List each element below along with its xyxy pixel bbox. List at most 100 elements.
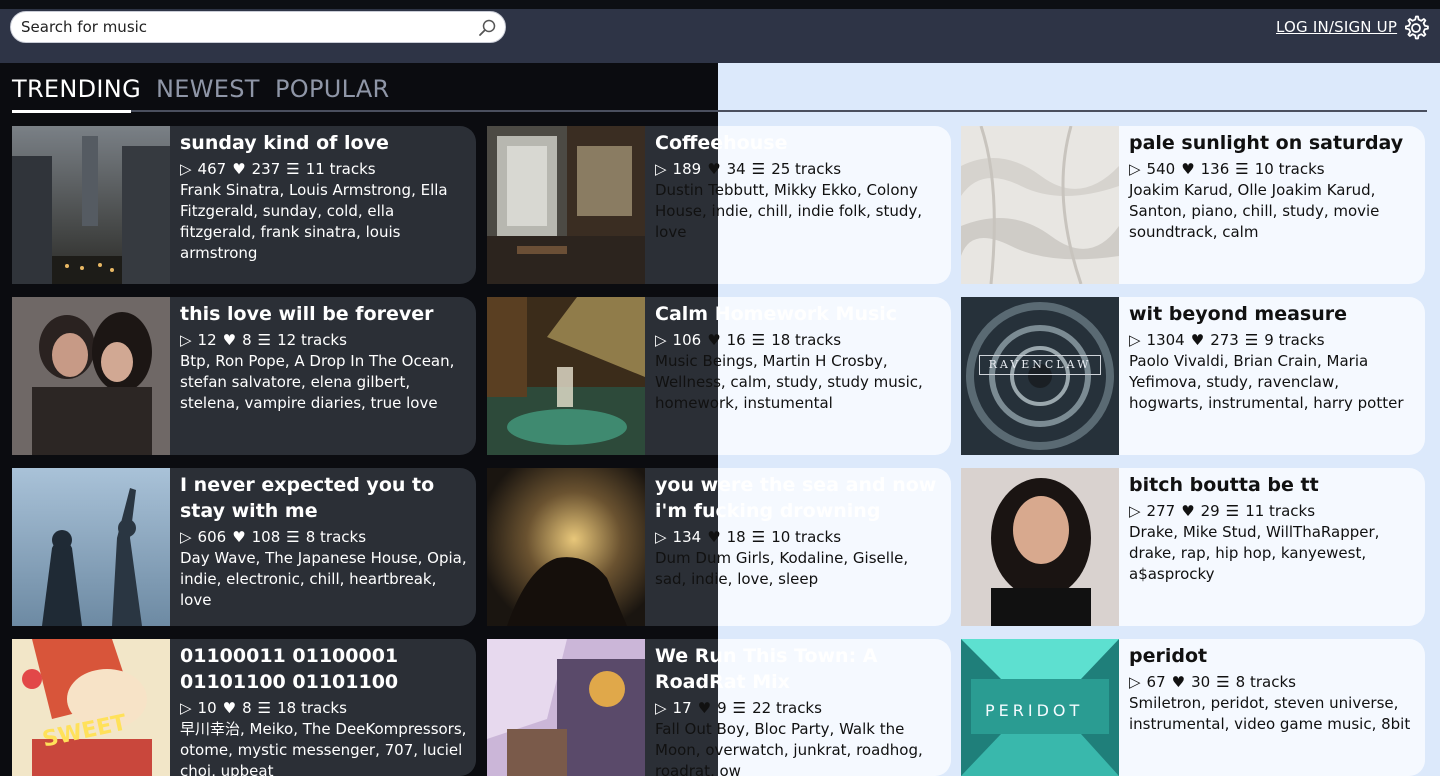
list-icon: ☰ bbox=[286, 160, 300, 178]
playlist-title[interactable]: We Run This Town: A RoadRat Mix bbox=[655, 643, 943, 695]
playlist-thumbnail bbox=[961, 126, 1119, 284]
play-count: 189 bbox=[672, 160, 702, 178]
playlist-card[interactable]: RAVENCLAW wit beyond measure ▷ 1304 ♥ 273 ☰ 9… bbox=[961, 297, 1425, 455]
playlist-thumbnail bbox=[12, 297, 170, 455]
playlist-tags: Frank Sinatra, Louis Armstrong, Ella Fit… bbox=[180, 181, 448, 262]
playlist-title[interactable]: this love will be forever bbox=[180, 301, 468, 327]
playlist-title[interactable]: pale sunlight on saturday bbox=[1129, 130, 1417, 156]
playlist-thumbnail bbox=[12, 468, 170, 626]
gear-icon[interactable] bbox=[1402, 14, 1430, 42]
track-count: 8 tracks bbox=[305, 528, 367, 546]
playlist-tags: Dustin Tebbutt, Mikky Ekko, Colony House… bbox=[655, 181, 923, 241]
playlist-tags: Music Beings, Martin H Crosby, Wellness,… bbox=[655, 352, 923, 412]
playlist-card[interactable]: I never expected you to stay with me ▷ 60… bbox=[12, 468, 476, 626]
playlist-card[interactable]: bitch boutta be tt ▷ 277 ♥ 29 ☰ 11 tracks Dra… bbox=[961, 468, 1425, 626]
playlist-title[interactable]: you were the sea and now i'm fucking dro… bbox=[655, 472, 943, 524]
play-count: 12 bbox=[197, 331, 217, 349]
track-count: 9 tracks bbox=[1264, 331, 1325, 349]
playlist-title[interactable]: bitch boutta be tt bbox=[1129, 472, 1417, 498]
like-count: 30 bbox=[1191, 673, 1211, 691]
playlist-tags: Btp, Ron Pope, A Drop In The Ocean, stef… bbox=[180, 352, 455, 412]
play-icon: ▷ bbox=[180, 160, 192, 178]
playlist-thumbnail bbox=[487, 468, 645, 626]
tab-trending[interactable]: TRENDING bbox=[12, 75, 141, 103]
tab-divider bbox=[131, 110, 1427, 112]
playlist-stats: ▷ 606 ♥ 108 ☰ 8 tracks bbox=[180, 526, 468, 548]
like-count: 237 bbox=[251, 160, 281, 178]
tab-popular[interactable]: POPULAR bbox=[275, 75, 390, 103]
list-icon: ☰ bbox=[732, 699, 747, 717]
playlist-stats: ▷ 106 ♥ 16 ☰ 18 tracks bbox=[655, 329, 943, 351]
title-text: you were the sea and now i'm fucking dro… bbox=[655, 474, 937, 522]
list-icon: ☰ bbox=[1244, 331, 1259, 349]
heart-icon: ♥ bbox=[707, 160, 721, 178]
playlist-card[interactable]: you were the sea and now i'm fucking dro… bbox=[487, 468, 951, 626]
playlist-title[interactable]: I never expected you to stay with me bbox=[180, 472, 468, 524]
playlist-thumbnail bbox=[12, 639, 170, 776]
playlist-title[interactable]: Coffeehouse bbox=[655, 130, 943, 156]
playlist-thumbnail bbox=[961, 297, 1119, 455]
playlist-tags: Fall Out Boy, Bloc Party, Walk the Moon,… bbox=[655, 720, 923, 776]
active-tab-indicator bbox=[12, 110, 131, 113]
playlist-card[interactable]: Calm Homework Music ▷ 106 ♥ 16 ☰ 18 tracks Mu… bbox=[487, 297, 951, 455]
playlist-card[interactable]: sunday kind of love ▷ 467 ♥ 237 ☰ 11 tracks F… bbox=[12, 126, 476, 284]
track-count: 10 tracks bbox=[771, 528, 842, 546]
playlist-thumbnail bbox=[487, 126, 645, 284]
play-count: 10 bbox=[197, 699, 217, 717]
list-icon: ☰ bbox=[751, 528, 766, 546]
heart-icon: ♥ bbox=[697, 699, 712, 717]
playlist-title[interactable]: 01100011 01100001 01101100 01101100 bbox=[180, 643, 468, 695]
ravenclaw-art-text: RAVENCLAW bbox=[979, 355, 1101, 375]
play-icon: ▷ bbox=[1129, 502, 1141, 520]
list-icon: ☰ bbox=[751, 331, 766, 349]
playlist-stats: ▷ 10 ♥ 8 ☰ 18 tracks bbox=[180, 697, 468, 719]
playlist-thumbnail bbox=[12, 126, 170, 284]
like-count: 8 bbox=[242, 699, 252, 717]
play-count: 1304 bbox=[1146, 331, 1185, 349]
playlist-tags: Dum Dum Girls, Kodaline, Giselle, sad, i… bbox=[655, 549, 909, 588]
playlist-title[interactable]: Calm Homework Music bbox=[655, 301, 943, 327]
list-icon: ☰ bbox=[1235, 160, 1249, 178]
playlist-card[interactable]: pale sunlight on saturday ▷ 540 ♥ 136 ☰ 10 tr… bbox=[961, 126, 1425, 284]
playlist-title[interactable]: sunday kind of love bbox=[180, 130, 468, 156]
search-icon[interactable] bbox=[477, 18, 497, 38]
playlist-title[interactable]: peridot bbox=[1129, 643, 1417, 669]
playlist-card[interactable]: this love will be forever ▷ 12 ♥ 8 ☰ 12 track… bbox=[12, 297, 476, 455]
like-count: 8 bbox=[242, 331, 252, 349]
play-count: 540 bbox=[1146, 160, 1176, 178]
playlist-card[interactable]: We Run This Town: A RoadRat Mix ▷ 17 ♥ 9 ☰ 22… bbox=[487, 639, 951, 776]
playlist-card[interactable]: Coffeehouse ▷ 189 ♥ 34 ☰ 25 tracks Dustin Teb… bbox=[487, 126, 951, 284]
like-count: 136 bbox=[1200, 160, 1230, 178]
search-bar[interactable] bbox=[10, 11, 506, 43]
list-icon: ☰ bbox=[257, 331, 272, 349]
play-count: 17 bbox=[672, 699, 692, 717]
play-icon: ▷ bbox=[655, 331, 667, 349]
peridot-art-text: PERIDOT bbox=[985, 701, 1084, 720]
playlist-card[interactable]: SWEET 01100011 01100001 01101100 0110110… bbox=[12, 639, 476, 776]
heart-icon: ♥ bbox=[1181, 160, 1195, 178]
play-count: 467 bbox=[197, 160, 227, 178]
playlist-tags: Smiletron, peridot, steven universe, ins… bbox=[1129, 694, 1411, 733]
tab-newest[interactable]: NEWEST bbox=[156, 75, 260, 103]
list-icon: ☰ bbox=[751, 160, 766, 178]
heart-icon: ♥ bbox=[222, 699, 237, 717]
track-count: 22 tracks bbox=[752, 699, 822, 717]
play-count: 106 bbox=[672, 331, 702, 349]
list-icon: ☰ bbox=[1225, 502, 1240, 520]
playlist-tags: Drake, Mike Stud, WillThaRapper, drake, … bbox=[1129, 523, 1380, 583]
title-text: Coffeehouse bbox=[655, 132, 788, 154]
track-count: 18 tracks bbox=[277, 699, 347, 717]
playlist-card[interactable]: PERIDOT peridot ▷ 67 ♥ 30 ☰ 8 tracks Smiletro… bbox=[961, 639, 1425, 776]
login-signup-link[interactable]: LOG IN/SIGN UP bbox=[1276, 18, 1397, 36]
play-icon: ▷ bbox=[655, 528, 667, 546]
playlist-title[interactable]: wit beyond measure bbox=[1129, 301, 1417, 327]
play-icon: ▷ bbox=[1129, 331, 1141, 349]
playlist-thumbnail bbox=[487, 297, 645, 455]
track-count: 11 tracks bbox=[1245, 502, 1316, 520]
track-count: 12 tracks bbox=[277, 331, 347, 349]
heart-icon: ♥ bbox=[1181, 502, 1195, 520]
search-input[interactable] bbox=[21, 16, 461, 38]
like-count: 29 bbox=[1200, 502, 1220, 520]
playlist-tags: 早川幸治, Meiko, The DeeKompressors, otome, … bbox=[180, 720, 467, 776]
playlist-thumbnail bbox=[961, 468, 1119, 626]
